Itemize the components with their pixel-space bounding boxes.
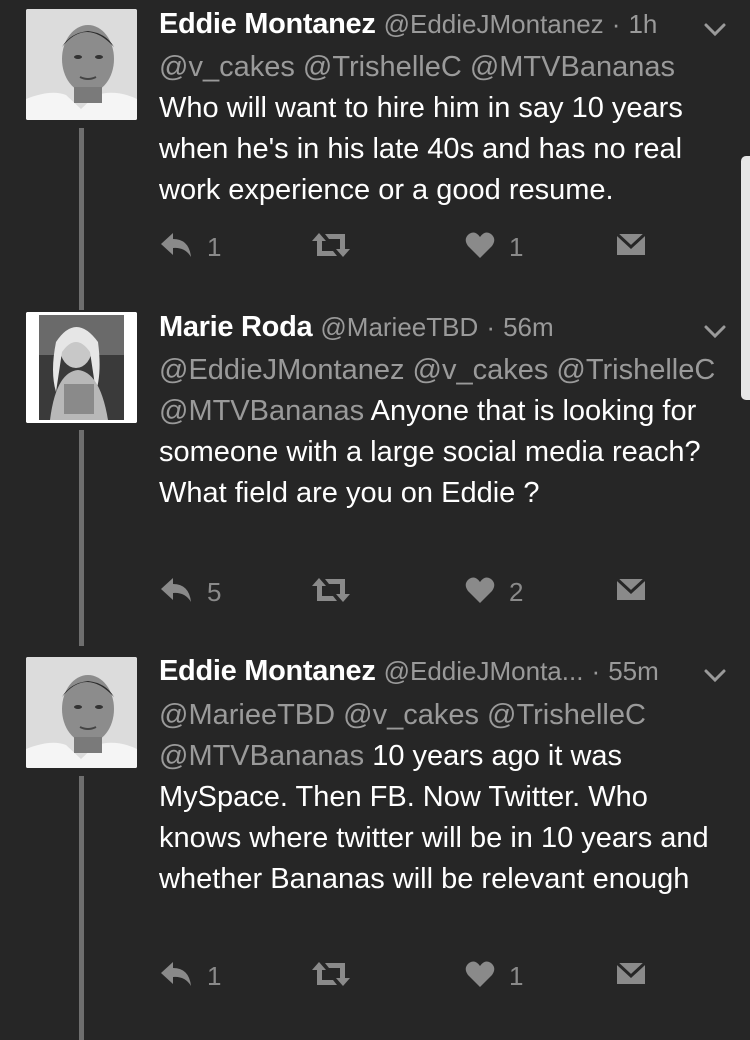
tweet-content: Who will want to hire him in say 10 year… xyxy=(159,92,683,206)
thread-line xyxy=(79,430,84,646)
tweet-text: @EddieJMontanez @v_cakes @TrishelleC @MT… xyxy=(159,350,734,514)
tweet[interactable]: Eddie Montanez @EddieJMontanez · 1h @v_c… xyxy=(0,0,750,280)
like-button[interactable]: 1 xyxy=(465,227,523,267)
author-name[interactable]: Eddie Montanez xyxy=(159,8,376,40)
dm-button[interactable] xyxy=(615,572,647,612)
separator: · xyxy=(591,656,601,686)
retweet-button[interactable] xyxy=(311,227,351,267)
reply-arrow-icon xyxy=(159,231,193,264)
tweet-text: @MarieeTBD @v_cakes @TrishelleC @MTVBana… xyxy=(159,695,734,900)
mentions[interactable]: @v_cakes @TrishelleC @MTVBananas xyxy=(159,51,675,83)
envelope-icon xyxy=(615,960,647,993)
tweet-text: @v_cakes @TrishelleC @MTVBananas Who wil… xyxy=(159,47,734,211)
author-handle[interactable]: @EddieJMontanez xyxy=(384,9,604,39)
reply-button[interactable]: 1 xyxy=(159,227,221,267)
avatar[interactable] xyxy=(26,312,137,423)
separator: · xyxy=(486,312,495,342)
chevron-down-icon[interactable] xyxy=(700,316,730,346)
reply-count: 1 xyxy=(207,960,222,991)
dm-button[interactable] xyxy=(615,956,647,996)
dm-button[interactable] xyxy=(615,227,647,267)
chevron-down-icon[interactable] xyxy=(700,14,730,44)
retweet-icon xyxy=(311,231,351,264)
reply-button[interactable]: 5 xyxy=(159,572,221,612)
reply-button[interactable]: 1 xyxy=(159,956,221,996)
timestamp[interactable]: 55m xyxy=(608,656,659,686)
heart-icon xyxy=(465,231,495,264)
heart-icon xyxy=(465,960,495,993)
scrollbar[interactable] xyxy=(741,156,750,400)
reply-arrow-icon xyxy=(159,960,193,993)
tweet[interactable]: Marie Roda @MarieeTBD · 56m @EddieJMonta… xyxy=(0,278,750,646)
tweet[interactable]: Eddie Montanez @EddieJMonta... · 55m @Ma… xyxy=(0,646,750,1040)
tweet-actions: 1 1 xyxy=(159,956,659,996)
separator: · xyxy=(611,9,621,39)
thread-line xyxy=(79,776,84,1040)
like-button[interactable]: 2 xyxy=(465,572,523,612)
like-count: 2 xyxy=(509,576,524,607)
author-name[interactable]: Marie Roda xyxy=(159,311,313,343)
timestamp[interactable]: 1h xyxy=(628,9,657,39)
envelope-icon xyxy=(615,576,647,609)
reply-arrow-icon xyxy=(159,576,193,609)
chevron-down-icon[interactable] xyxy=(700,660,730,690)
like-button[interactable]: 1 xyxy=(465,956,523,996)
like-count: 1 xyxy=(509,960,524,991)
tweet-actions: 1 1 xyxy=(159,227,659,267)
retweet-button[interactable] xyxy=(311,956,351,996)
retweet-button[interactable] xyxy=(311,572,351,612)
author-handle[interactable]: @MarieeTBD xyxy=(320,312,478,342)
avatar[interactable] xyxy=(26,657,137,768)
avatar[interactable] xyxy=(26,9,137,120)
like-count: 1 xyxy=(509,231,524,262)
tweet-header: Eddie Montanez @EddieJMontanez · 1h xyxy=(159,6,657,42)
reply-count: 5 xyxy=(207,576,222,607)
tweet-header: Eddie Montanez @EddieJMonta... · 55m xyxy=(159,653,659,689)
retweet-icon xyxy=(311,960,351,993)
reply-count: 1 xyxy=(207,231,222,262)
author-name[interactable]: Eddie Montanez xyxy=(159,655,376,687)
envelope-icon xyxy=(615,231,647,264)
author-handle[interactable]: @EddieJMonta... xyxy=(384,656,584,686)
tweet-header: Marie Roda @MarieeTBD · 56m xyxy=(159,309,554,345)
timestamp[interactable]: 56m xyxy=(503,312,554,342)
tweet-actions: 5 2 xyxy=(159,572,659,612)
retweet-icon xyxy=(311,576,351,609)
thread-line xyxy=(79,128,84,280)
thread-line xyxy=(79,278,84,310)
heart-icon xyxy=(465,576,495,609)
